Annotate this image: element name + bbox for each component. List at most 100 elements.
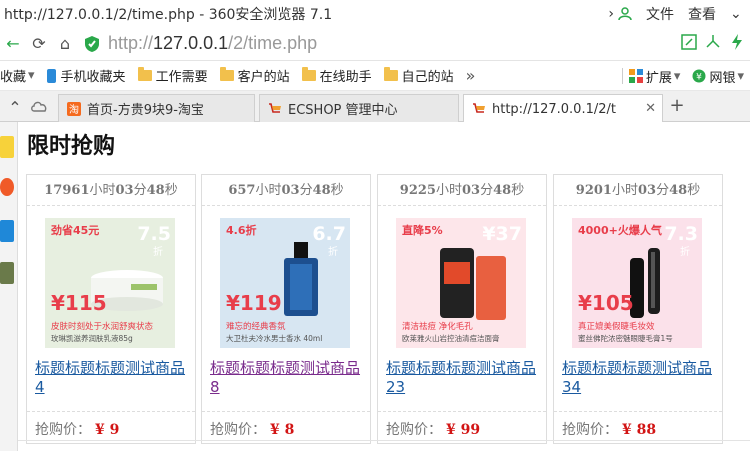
banner-zhe: 折 <box>153 245 163 258</box>
banner-line1: 真正媲美假睫毛妆效 <box>578 321 655 332</box>
sidebar-book-icon[interactable] <box>0 220 14 242</box>
bookmark-mobile[interactable]: 手机收藏夹 <box>46 66 126 85</box>
price-amount: ¥ 99 <box>446 422 481 438</box>
timer-hours: 657 <box>228 183 256 198</box>
banner-line2: 玫琳凯滋养润肤乳液85g <box>51 333 133 343</box>
chevron-down-icon: ▾ <box>28 68 35 83</box>
sidebar-film-icon[interactable] <box>0 262 14 284</box>
banner-zhe: 折 <box>328 245 338 258</box>
price-label: 抢购价： <box>386 422 442 438</box>
tab-ecshop[interactable]: ECSHOP 管理中心 <box>259 94 459 122</box>
window-title: http://127.0.0.1/2/time.php - 360安全浏览器 7… <box>4 6 333 23</box>
tab-strip: ⌃ 淘 首页-方贵9块9-淘宝 ECSHOP 管理中心 http://127.0… <box>0 91 750 123</box>
price-label: 抢购价： <box>562 422 618 438</box>
product-image[interactable]: 4.6折 6.7 折 ¥119 难忘的经典香氛 大卫杜夫冷水男士香水 40ml <box>220 218 350 348</box>
edit-icon[interactable] <box>680 33 698 51</box>
bookmarks-more[interactable]: » <box>466 66 476 85</box>
lightning-icon[interactable] <box>728 33 746 51</box>
cleanser-tube-shape <box>440 248 506 320</box>
chevron-down-icon: ▾ <box>737 68 744 84</box>
timer-seconds-unit: 秒 <box>330 183 344 198</box>
svg-text:¥: ¥ <box>697 73 703 83</box>
product-name-link[interactable]: 标题标题标题测试商品23 <box>386 359 542 397</box>
product-name-link[interactable]: 标题标题标题测试商品8 <box>210 359 366 397</box>
extensions-grid-icon <box>628 69 643 83</box>
banner-price: ¥119 <box>226 291 282 315</box>
extensions-button[interactable]: 扩展 ▾ <box>628 67 681 86</box>
netbank-label: 网银 <box>709 70 736 86</box>
title-bar-controls: › 文件 查看 ⌄ <box>594 0 750 27</box>
ecshop-favicon-icon <box>269 102 281 113</box>
chevron-down-icon: ▾ <box>673 68 681 84</box>
tab-menu-icon[interactable]: ⌃ <box>2 94 28 120</box>
product-image[interactable]: 劲省45元 7.5 折 ¥115 皮肤时刻处于水润舒爽状态 玫琳凯滋养润肤乳液85g <box>45 218 175 348</box>
sidebar-weibo-icon[interactable] <box>0 178 14 196</box>
bookmark-folder-own-sites[interactable]: 自己的站 <box>383 66 454 85</box>
card-divider <box>27 411 195 412</box>
close-tab-icon[interactable]: ✕ <box>645 101 656 116</box>
chevron-right-icon[interactable]: › <box>608 6 614 22</box>
timer-hours: 9201 <box>575 183 612 198</box>
bookmark-folder-online-helper[interactable]: 在线助手 <box>301 66 372 85</box>
timer-minutes: 03 <box>637 183 657 198</box>
share-icon[interactable] <box>704 33 722 51</box>
url-input[interactable]: http://127.0.0.1/2/time.php <box>108 33 317 54</box>
tab-taobao[interactable]: 淘 首页-方贵9块9-淘宝 <box>58 94 255 122</box>
refresh-icon[interactable]: ⟳ <box>26 31 52 57</box>
side-panel <box>0 122 18 451</box>
url-path: /2/time.php <box>228 33 318 53</box>
ecshop-favicon-icon <box>473 103 485 113</box>
tab-label: 首页-方贵9块9-淘宝 <box>87 103 204 118</box>
cloud-icon[interactable] <box>30 99 48 113</box>
menu-file[interactable]: 文件 <box>646 4 674 24</box>
url-host: 127.0.0.1 <box>153 33 229 53</box>
banner-discount: 7.5 <box>137 223 171 245</box>
sidebar-star-icon[interactable] <box>0 136 14 158</box>
svg-text:淘: 淘 <box>69 103 79 116</box>
product-name-link[interactable]: 标题标题标题测试商品4 <box>35 359 191 397</box>
folder-icon <box>301 67 316 81</box>
timer-minutes: 03 <box>281 183 300 198</box>
countdown-timer: 657小时03分48秒 <box>202 175 370 206</box>
price-label: 抢购价： <box>35 422 91 438</box>
security-shield-icon[interactable] <box>84 35 100 53</box>
banner-line2: 蜜丝佛陀浓密魅眼睫毛膏1号 <box>578 333 673 343</box>
extensions-label: 扩展 <box>645 70 672 86</box>
banner-top-text: 劲省45元 <box>51 223 99 237</box>
tab-active-time[interactable]: http://127.0.0.1/2/t ✕ <box>463 94 663 123</box>
back-arrow-icon[interactable]: ← <box>0 31 26 57</box>
banner-line2: 大卫杜夫冷水男士香水 40ml <box>226 333 322 343</box>
product-card: 657小时03分48秒 4.6折 6.7 折 ¥119 难忘的经典香氛 大卫杜夫冷水男士香水… <box>201 174 371 444</box>
bookmark-favorites[interactable]: 收藏 ▾ <box>0 66 35 85</box>
title-bar: http://127.0.0.1/2/time.php - 360安全浏览器 7… <box>0 0 750 27</box>
timer-minutes-unit: 分 <box>299 183 313 198</box>
product-image[interactable]: 直降5% ¥37 清洁祛痘 净化毛孔 欧莱雅火山岩控油清痘洁面膏 <box>396 218 526 348</box>
product-image-graphic: 劲省45元 7.5折 ¥115 皮肤时刻处于水润舒爽状态玫琳凯滋养润肤乳液85g <box>51 223 171 343</box>
timer-hours: 17961 <box>44 183 90 198</box>
timer-seconds-unit: 秒 <box>164 183 178 198</box>
product-price: 抢购价： ¥ 99 <box>386 419 480 439</box>
new-tab-icon[interactable]: + <box>667 96 687 116</box>
timer-seconds-unit: 秒 <box>687 183 701 198</box>
timer-minutes: 03 <box>461 183 481 198</box>
product-image-graphic: 直降5% ¥37 清洁祛痘 净化毛孔欧莱雅火山岩控油清痘洁面膏 <box>402 223 522 343</box>
bookmark-folder-clients[interactable]: 客户的站 <box>219 66 290 85</box>
banner-price: ¥115 <box>51 291 107 315</box>
url-scheme: http:// <box>108 33 154 53</box>
folder-icon <box>219 67 234 81</box>
home-icon[interactable]: ⌂ <box>52 31 78 57</box>
menu-view[interactable]: 查看 <box>688 4 716 24</box>
timer-seconds: 48 <box>493 183 512 198</box>
page-content: 限时抢购 17961小时03分48秒 劲省45元 7.5 折 ¥115 皮肤时刻处于水润舒… <box>18 122 750 451</box>
bookmark-label: 工作需要 <box>155 70 208 85</box>
netbank-button[interactable]: ¥ 网银 ▾ <box>692 67 744 86</box>
user-icon[interactable] <box>618 6 632 21</box>
product-image[interactable]: 4000+火爆人气 7.3 折 ¥105 真正媲美假睫毛妆效 蜜丝佛陀浓密魅眼睫毛膏1号 <box>572 218 702 348</box>
address-bar: ← ⟳ ⌂ http://127.0.0.1/2/time.php <box>0 27 750 61</box>
timer-hours-unit: 小时 <box>255 183 282 198</box>
timer-seconds: 48 <box>312 183 331 198</box>
mascara-shape <box>630 248 660 318</box>
product-name-link[interactable]: 标题标题标题测试商品34 <box>562 359 718 397</box>
chevron-down-icon[interactable]: ⌄ <box>730 6 750 22</box>
bookmark-folder-work[interactable]: 工作需要 <box>137 66 208 85</box>
